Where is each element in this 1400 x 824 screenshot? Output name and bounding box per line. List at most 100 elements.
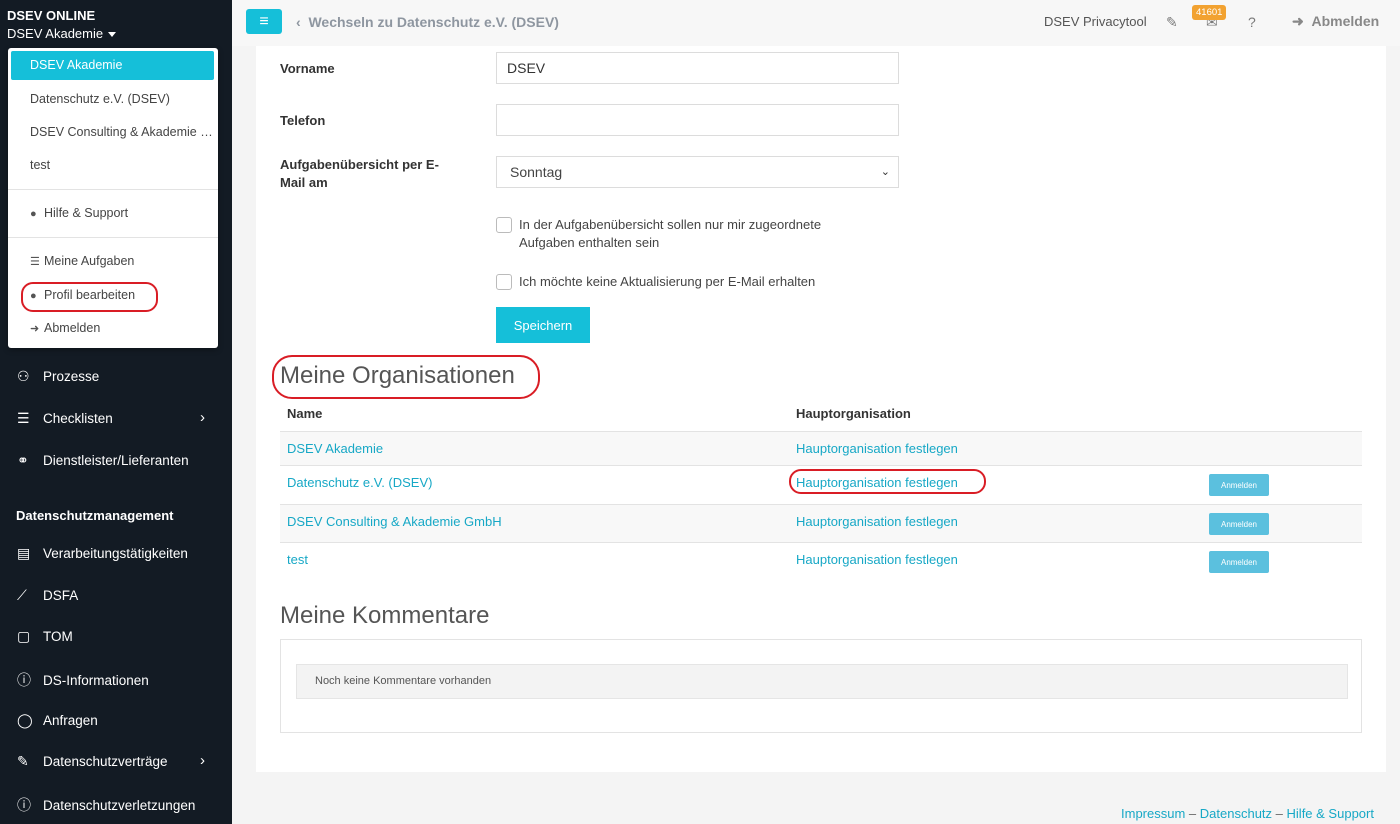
org-name-link[interactable]: test <box>287 552 308 567</box>
comments-box: Noch keine Kommentare vorhanden <box>280 639 1362 733</box>
dropdown-my-tasks[interactable]: ☰ Meine Aufgaben <box>11 247 214 276</box>
column-header-name: Name <box>287 406 323 421</box>
info-box-icon: ⓘ <box>17 672 31 688</box>
dropdown-org-datenschutz-ev[interactable]: Datenschutz e.V. (DSEV) <box>11 85 214 114</box>
nav-label: DS-Informationen <box>43 673 149 688</box>
only-my-tasks-line1: In der Aufgabenübersicht sollen nur mir … <box>519 217 822 232</box>
nav-label: Anfragen <box>43 713 98 728</box>
footer-separator: – <box>1275 806 1283 821</box>
logout-button[interactable]: ➜ Abmelden <box>1292 13 1379 30</box>
only-my-tasks-checkbox[interactable] <box>496 217 512 233</box>
user-icon: ● <box>30 290 37 302</box>
org-name-link[interactable]: DSEV Consulting & Akademie GmbH <box>287 514 502 529</box>
table-row: DSEV Consulting & Akademie GmbH Hauptorg… <box>280 504 1362 542</box>
set-main-org-link[interactable]: Hauptorganisation festlegen <box>796 514 958 529</box>
help-icon[interactable]: ? <box>1248 14 1256 30</box>
nav-dienstleister[interactable]: ⚭ Dienstleister/Lieferanten <box>17 452 189 469</box>
nav-checklisten[interactable]: ☰ Checklisten <box>17 410 113 427</box>
only-my-tasks-line2: Aufgaben enthalten sein <box>519 235 660 250</box>
help-support-label: Hilfe & Support <box>44 206 129 220</box>
lock-icon: ▢ <box>17 628 31 644</box>
nav-label: Datenschutzverletzungen <box>43 798 196 813</box>
vorname-input[interactable]: DSEV <box>496 52 899 84</box>
footer-impressum-link[interactable]: Impressum <box>1121 806 1185 821</box>
nav-verarbeitung[interactable]: ▤ Verarbeitungstätigkeiten <box>17 545 188 562</box>
chevron-right-icon: › <box>200 409 205 426</box>
nav-vertraege[interactable]: ✎ Datenschutzverträge <box>17 753 168 770</box>
logout-label: Abmelden <box>44 321 101 335</box>
edit-profile-label: Profil bearbeiten <box>44 288 136 302</box>
file-signature-icon: ✎ <box>17 753 29 769</box>
switch-org-link[interactable]: ‹ Wechseln zu Datenschutz e.V. (DSEV) <box>296 14 559 30</box>
chart-line-icon: ⟋ <box>17 587 27 603</box>
handshake-icon: ⚭ <box>17 452 29 468</box>
chevron-left-icon: ‹ <box>296 14 309 30</box>
logout-icon: ➜ <box>1292 13 1312 29</box>
sidebar: DSEV ONLINE DSEV Akademie DSEV Akademie … <box>0 0 232 824</box>
no-email-updates-checkbox[interactable] <box>496 274 512 290</box>
comments-icon: ◯ <box>17 712 33 728</box>
no-comments-message: Noch keine Kommentare vorhanden <box>296 664 1348 699</box>
nav-label: Prozesse <box>43 369 100 384</box>
list-icon: ☰ <box>17 410 30 426</box>
summary-day-select[interactable]: Sonntag ⌄ <box>496 156 899 188</box>
nav-label: Datenschutzverträge <box>43 754 168 769</box>
brand-title: DSEV ONLINE <box>7 8 96 23</box>
org-name-link[interactable]: Datenschutz e.V. (DSEV) <box>287 475 432 490</box>
chevron-down-icon: ⌄ <box>880 166 890 178</box>
org-dropdown-menu: DSEV Akademie Datenschutz e.V. (DSEV) DS… <box>8 48 218 348</box>
edit-icon[interactable]: ✎ <box>1166 14 1178 31</box>
hamburger-icon: ≡ <box>259 13 269 30</box>
org-switcher[interactable]: DSEV Akademie <box>7 26 117 41</box>
nav-label: TOM <box>43 629 73 644</box>
footer-links: Impressum – Datenschutz – Hilfe & Suppor… <box>1121 806 1374 821</box>
info-icon: ● <box>30 208 37 220</box>
table-icon: ▤ <box>17 545 31 561</box>
nav-dsinfo[interactable]: ⓘ DS-Informationen <box>17 670 149 690</box>
nav-dsfa[interactable]: ⟋ DSFA <box>17 587 78 604</box>
telefon-input[interactable] <box>496 104 899 136</box>
table-row: DSEV Akademie Hauptorganisation festlege… <box>280 431 1362 465</box>
current-org-label: DSEV Akademie <box>7 26 104 41</box>
footer-datenschutz-link[interactable]: Datenschutz <box>1200 806 1272 821</box>
dropdown-edit-profile[interactable]: ● Profil bearbeiten <box>11 281 214 310</box>
dropdown-divider <box>8 237 218 238</box>
notification-badge: 41601 <box>1192 5 1227 20</box>
dropdown-org-dsev-akademie[interactable]: DSEV Akademie <box>11 51 214 80</box>
dropdown-logout[interactable]: ➜ Abmelden <box>11 314 214 343</box>
nav-tom[interactable]: ▢ TOM <box>17 628 73 645</box>
nav-verletzungen[interactable]: ⓘ Datenschutzverletzungen <box>17 795 195 815</box>
summary-label: Aufgabenübersicht per E- Mail am <box>280 156 439 192</box>
dropdown-org-test[interactable]: test <box>11 151 214 180</box>
save-button[interactable]: Speichern <box>496 307 590 343</box>
set-main-org-link[interactable]: Hauptorganisation festlegen <box>796 441 958 456</box>
set-main-org-link[interactable]: Hauptorganisation festlegen <box>796 552 958 567</box>
footer-help-link[interactable]: Hilfe & Support <box>1287 806 1374 821</box>
dropdown-help-support[interactable]: ● Hilfe & Support <box>11 199 214 228</box>
nav-anfragen[interactable]: ◯ Anfragen <box>17 712 98 729</box>
table-row: test Hauptorganisation festlegen Anmelde… <box>280 542 1362 580</box>
tool-label: DSEV Privacytool <box>1044 14 1147 29</box>
org-name-link[interactable]: DSEV Akademie <box>287 441 383 456</box>
nav-prozesse[interactable]: ⚇ Prozesse <box>17 368 99 385</box>
anmelden-button[interactable]: Anmelden <box>1209 551 1269 573</box>
logout-icon: ➜ <box>30 323 40 335</box>
anmelden-button[interactable]: Anmelden <box>1209 474 1269 496</box>
table-row: Datenschutz e.V. (DSEV) Hauptorganisatio… <box>280 465 1362 504</box>
only-my-tasks-label: In der Aufgabenübersicht sollen nur mir … <box>519 216 821 252</box>
nav-label: Verarbeitungstätigkeiten <box>43 546 188 561</box>
dropdown-divider <box>8 189 218 190</box>
chevron-right-icon: › <box>200 752 205 769</box>
top-bar: ≡ ‹ Wechseln zu Datenschutz e.V. (DSEV) … <box>232 0 1400 46</box>
dropdown-org-dsev-consulting[interactable]: DSEV Consulting & Akademie GmbH <box>11 118 214 147</box>
menu-toggle-button[interactable]: ≡ <box>246 9 282 34</box>
nav-label: DSFA <box>43 588 79 603</box>
comments-heading: Meine Kommentare <box>280 602 490 629</box>
my-tasks-label: Meine Aufgaben <box>44 254 135 268</box>
nav-section-heading: Datenschutzmanagement <box>16 508 174 523</box>
set-main-org-link[interactable]: Hauptorganisation festlegen <box>796 475 958 490</box>
anmelden-button[interactable]: Anmelden <box>1209 513 1269 535</box>
summary-label-line2: Mail am <box>280 175 328 190</box>
nav-label: Dienstleister/Lieferanten <box>43 453 189 468</box>
logout-label: Abmelden <box>1311 13 1380 29</box>
